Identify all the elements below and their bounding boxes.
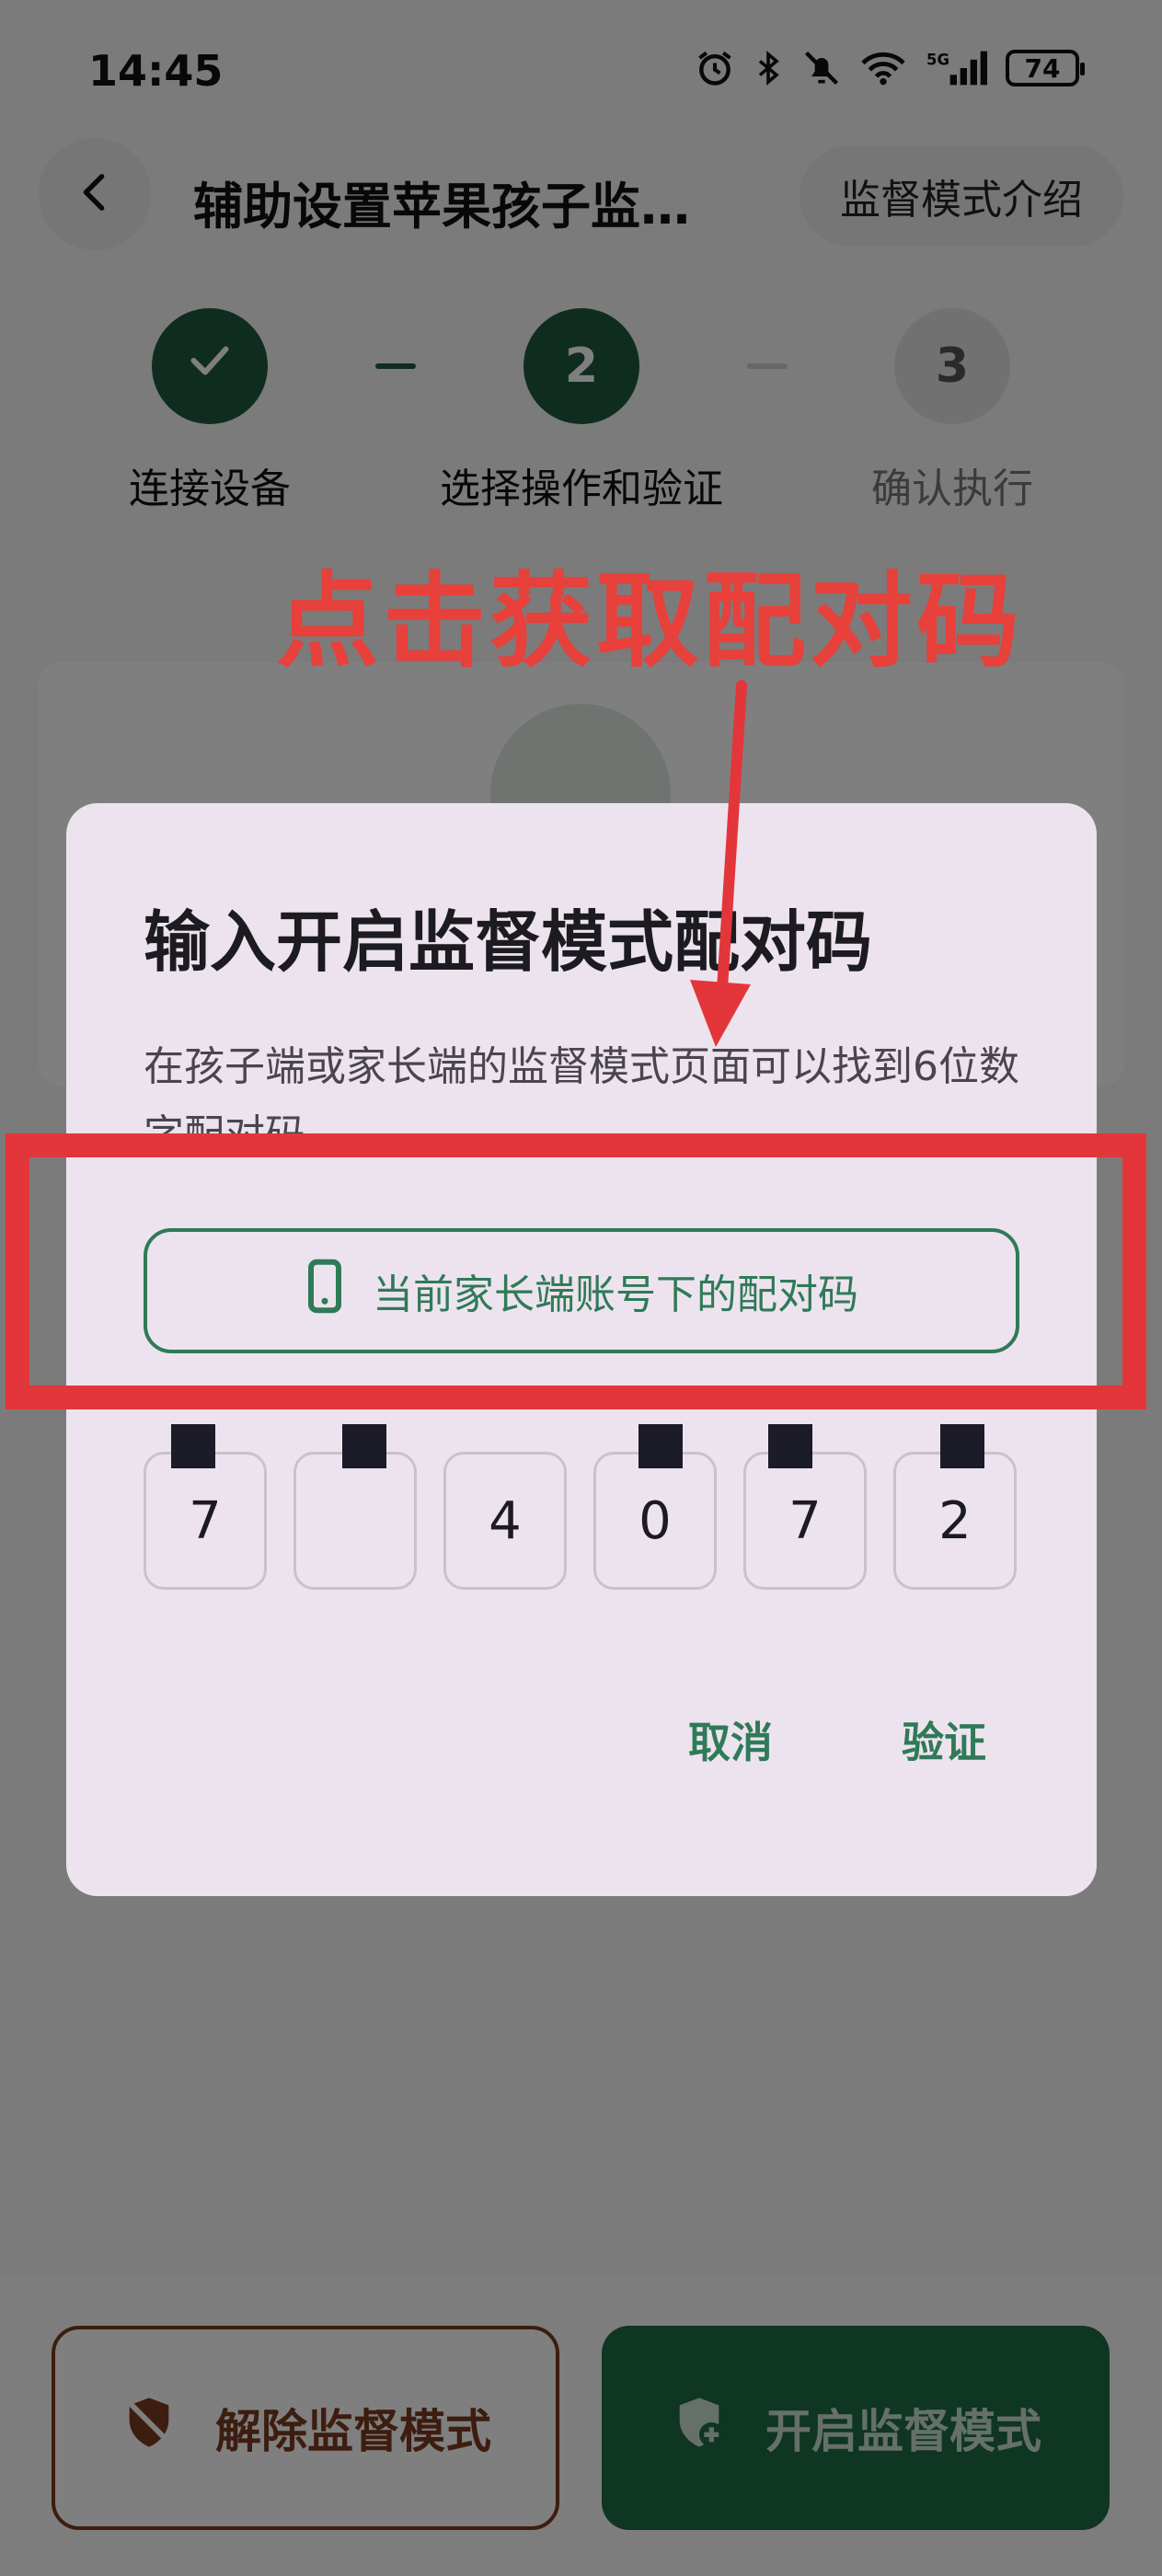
redaction-mask (639, 1424, 683, 1468)
code-digit-3[interactable]: 4 (443, 1452, 567, 1590)
redaction-mask (768, 1424, 812, 1468)
cancel-button[interactable]: 取消 (688, 1709, 773, 1770)
code-digit-5[interactable]: 7 (743, 1452, 867, 1590)
redaction-mask (940, 1424, 984, 1468)
code-digit-2[interactable] (293, 1452, 417, 1590)
annotation-arrow-icon (690, 680, 751, 1047)
annotation-highlight-box (6, 1133, 1146, 1409)
dialog-actions: 取消 验证 (688, 1709, 986, 1770)
redaction-mask (342, 1424, 386, 1468)
redaction-mask (171, 1424, 215, 1468)
pairing-code-input: 7 4 0 7 2 (144, 1424, 1019, 1590)
code-digit-6[interactable]: 2 (893, 1452, 1017, 1590)
code-digit-4[interactable]: 0 (593, 1452, 717, 1590)
verify-button[interactable]: 验证 (902, 1709, 986, 1770)
code-digit-1[interactable]: 7 (144, 1452, 267, 1590)
